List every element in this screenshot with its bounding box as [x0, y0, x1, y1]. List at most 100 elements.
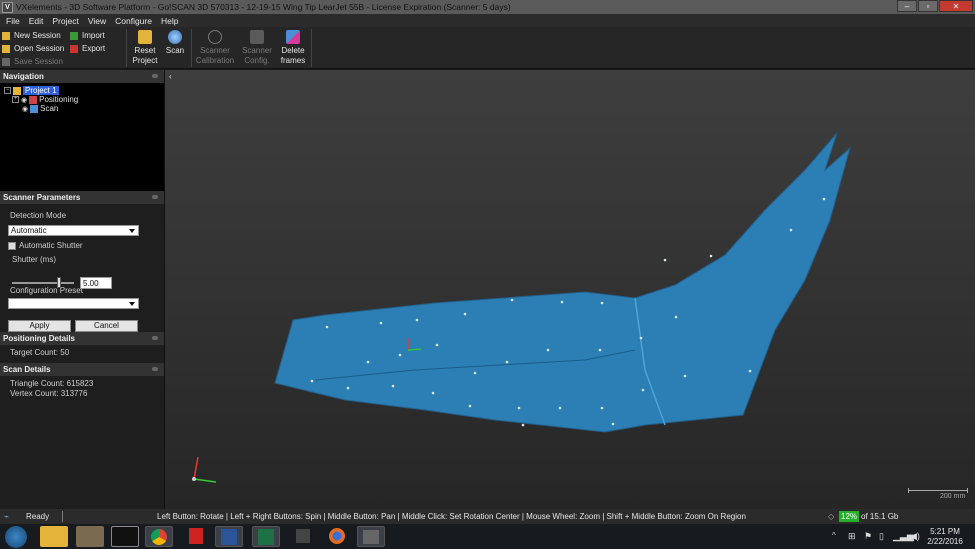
positioning-details-header[interactable]: Positioning Details [0, 332, 164, 345]
scanner-calibration-button[interactable]: Scanner Calibration [194, 30, 236, 66]
window-title: VXelements - 3D Software Platform - Go!S… [16, 2, 511, 12]
firefox-taskbar-icon[interactable] [323, 526, 351, 547]
navigation-header[interactable]: Navigation [0, 70, 164, 83]
minimize-button[interactable]: – [897, 0, 917, 12]
tray-battery-icon[interactable]: ▯ [879, 531, 884, 542]
scan-button[interactable]: Scan [162, 30, 188, 56]
positioning-target [674, 315, 678, 319]
menu-bar: File Edit Project View Configure Help [0, 14, 975, 27]
file-explorer-taskbar-icon[interactable] [40, 526, 68, 547]
memory-total: of 15.1 Gb [861, 512, 899, 521]
positioning-target [611, 422, 615, 426]
cancel-button[interactable]: Cancel [75, 320, 138, 332]
export-button[interactable]: Export [70, 42, 126, 55]
left-panel: Navigation − Project 1 + ◉ Positioning ◉… [0, 70, 164, 509]
new-session-button[interactable]: New Session [2, 29, 66, 42]
scan-details-header[interactable]: Scan Details [0, 363, 164, 376]
word-taskbar-icon[interactable] [215, 526, 243, 547]
chrome-taskbar-icon[interactable] [145, 526, 173, 547]
positioning-target [463, 312, 467, 316]
navigation-tree: − Project 1 + ◉ Positioning ◉ Scan [0, 83, 164, 191]
scanner-config-button[interactable]: Scanner Config. [240, 30, 274, 66]
positioning-target [641, 388, 645, 392]
close-button[interactable]: ✕ [939, 0, 973, 12]
eye-icon[interactable]: ◉ [22, 105, 28, 113]
import-button[interactable]: Import [70, 29, 126, 42]
scanner-status-icon: ⌁ [4, 512, 9, 521]
expand-icon[interactable]: + [12, 96, 19, 103]
open-session-button[interactable]: Open Session [2, 42, 66, 55]
pin-icon[interactable] [152, 74, 158, 78]
shutter-slider-thumb[interactable] [56, 277, 61, 288]
reset-project-button[interactable]: Reset Project [131, 30, 159, 66]
automatic-shutter-checkbox[interactable] [8, 241, 16, 250]
positioning-target [521, 423, 525, 427]
scan-mesh-icon [30, 104, 39, 113]
pin-icon[interactable] [152, 195, 158, 199]
shutter-input[interactable]: 5.00 [80, 277, 112, 289]
taskbar-clock[interactable]: 5:21 PM 2/22/2016 [924, 527, 966, 547]
app-taskbar-icon[interactable] [76, 526, 104, 547]
positioning-target [435, 343, 439, 347]
shutter-label: Shutter (ms) [12, 255, 57, 264]
app-taskbar-icon[interactable] [289, 526, 317, 547]
toolbar: New Session Open Session Save Session Im… [0, 27, 975, 69]
save-session-button[interactable]: Save Session [2, 55, 66, 68]
positioning-target [600, 301, 604, 305]
scanner-parameters-header[interactable]: Scanner Parameters [0, 191, 164, 204]
positioning-target [310, 379, 314, 383]
positioning-target [468, 404, 472, 408]
apply-button[interactable]: Apply [8, 320, 71, 332]
scale-bar [908, 488, 968, 493]
view-orientation-axes [192, 456, 217, 483]
eye-icon[interactable]: ◉ [21, 96, 27, 104]
collapse-icon[interactable]: − [4, 87, 11, 94]
menu-view[interactable]: View [88, 16, 106, 26]
tray-windows-icon[interactable]: ⊞ [848, 531, 856, 542]
menu-configure[interactable]: Configure [115, 16, 152, 26]
menu-project[interactable]: Project [52, 16, 78, 26]
tray-volume-icon[interactable]: ◀) [910, 531, 920, 542]
scan-model-view[interactable] [165, 70, 975, 509]
tree-item-project[interactable]: − Project 1 [0, 86, 164, 95]
clock-date: 2/22/2016 [927, 537, 963, 546]
positioning-target [600, 406, 604, 410]
excel-taskbar-icon[interactable] [252, 526, 280, 547]
tray-expand-icon[interactable]: ^ [832, 531, 836, 540]
detection-mode-select[interactable]: Automatic [8, 225, 139, 236]
tree-item-positioning[interactable]: + ◉ Positioning [0, 95, 164, 104]
windows-taskbar: ^ ⊞ ⚑ ▯ ▁▃▅ ◀) 5:21 PM 2/22/2016 [0, 524, 975, 549]
scanner-icon [250, 30, 264, 44]
wing-tip-scan-mesh[interactable] [274, 132, 851, 433]
positioning-target [415, 318, 419, 322]
positioning-target [639, 336, 643, 340]
positioning-target [391, 384, 395, 388]
pin-icon[interactable] [152, 367, 158, 371]
positioning-target [510, 298, 514, 302]
3d-viewport[interactable]: ‹ 200 mm [164, 70, 975, 509]
tree-item-scan[interactable]: ◉ Scan [0, 104, 164, 113]
memory-usage-fill: 12% [839, 511, 860, 522]
shutter-slider[interactable] [12, 277, 74, 288]
toolbar-separator [191, 29, 192, 67]
vxelements-taskbar-icon[interactable] [357, 526, 385, 547]
scan-icon [168, 30, 182, 44]
start-button[interactable] [5, 526, 27, 548]
toolbar-separator [311, 29, 312, 67]
triangle-count: Triangle Count: 615823 [10, 379, 94, 388]
menu-edit[interactable]: Edit [29, 16, 44, 26]
configuration-preset-select[interactable] [8, 298, 139, 309]
pin-icon[interactable] [152, 336, 158, 340]
maximize-button[interactable]: ▫ [918, 0, 938, 12]
positioning-target [325, 325, 329, 329]
menu-help[interactable]: Help [161, 16, 178, 26]
positioning-target [822, 197, 826, 201]
positioning-target [598, 348, 602, 352]
status-bar: ⌁ Ready Left Button: Rotate | Left + Rig… [0, 509, 975, 524]
menu-file[interactable]: File [6, 16, 20, 26]
delete-frames-button[interactable]: Delete frames [278, 30, 308, 66]
tray-flag-icon[interactable]: ⚑ [864, 531, 872, 542]
acrobat-taskbar-icon[interactable] [182, 526, 210, 547]
positioning-target [346, 386, 350, 390]
terminal-taskbar-icon[interactable] [111, 526, 139, 547]
